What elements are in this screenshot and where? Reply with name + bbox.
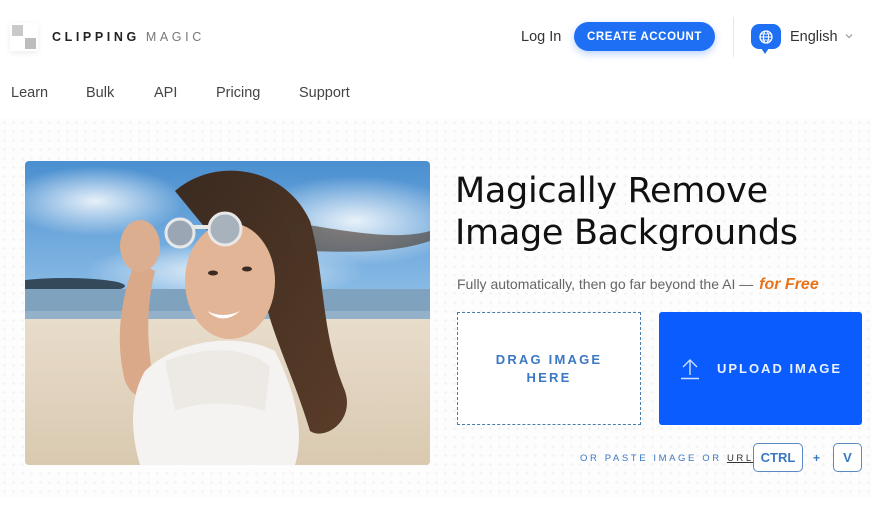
logo[interactable]: CLIPPING MAGIC: [10, 23, 205, 51]
headline-line-2: Image Backgrounds: [455, 213, 798, 253]
login-link[interactable]: Log In: [521, 29, 561, 45]
upload-image-button[interactable]: UPLOAD IMAGE: [659, 312, 862, 425]
language-selector[interactable]: English: [751, 24, 853, 54]
upload-label: UPLOAD IMAGE: [716, 361, 843, 376]
hero-subtitle: Fully automatically, then go far beyond …: [457, 276, 819, 294]
nav-item-bulk[interactable]: Bulk: [86, 85, 114, 101]
drop-zone-line-2: HERE: [526, 369, 572, 385]
v-key-badge: V: [833, 443, 862, 472]
headline-line-1: Magically Remove: [455, 171, 768, 211]
chevron-down-icon: [845, 32, 853, 41]
upload-arrow-icon: [679, 358, 701, 380]
logo-text: CLIPPING MAGIC: [52, 30, 205, 44]
create-account-button[interactable]: CREATE ACCOUNT: [574, 22, 715, 51]
ctrl-key-badge: CTRL: [753, 443, 803, 472]
site-header: CLIPPING MAGIC Log In CREATE ACCOUNT Engl…: [0, 0, 872, 75]
logo-mark-icon: [10, 23, 38, 51]
language-label: English: [790, 28, 838, 45]
paste-url-link[interactable]: URL: [727, 453, 754, 464]
subtitle-emphasis: for Free: [759, 276, 819, 293]
header-divider: [733, 17, 734, 57]
globe-icon: [751, 24, 781, 54]
nav-item-api[interactable]: API: [154, 85, 177, 101]
shortcut-plus: +: [813, 451, 821, 465]
nav-item-learn[interactable]: Learn: [11, 85, 48, 101]
subtitle-text: Fully automatically, then go far beyond …: [457, 276, 754, 292]
paste-hint-text: OR PASTE IMAGE OR: [580, 453, 722, 464]
nav-item-pricing[interactable]: Pricing: [216, 85, 260, 101]
drop-zone-line-1: DRAG IMAGE: [495, 351, 603, 367]
logo-text-light: MAGIC: [145, 30, 205, 44]
logo-text-bold: CLIPPING: [52, 30, 140, 44]
hero-image: [25, 161, 430, 465]
nav-item-support[interactable]: Support: [299, 85, 350, 101]
paste-hint: OR PASTE IMAGE OR URL: [580, 453, 754, 464]
drag-drop-zone[interactable]: DRAG IMAGE HERE: [457, 312, 641, 425]
hero-headline: Magically Remove Image Backgrounds: [455, 170, 798, 254]
